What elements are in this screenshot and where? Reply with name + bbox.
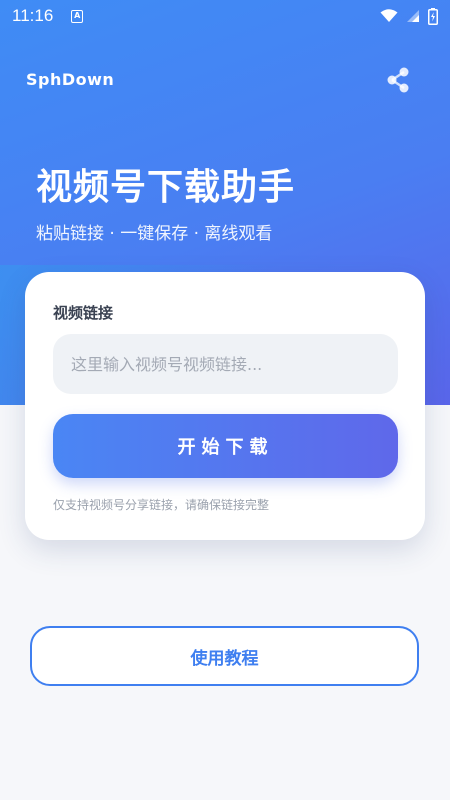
battery-icon [428,7,438,25]
status-icons [380,7,438,25]
support-hint: 仅支持视频号分享链接，请确保链接完整 [53,498,270,512]
status-bar: 11:16 A [0,0,450,32]
download-card: 视频链接 开始下载 仅支持视频号分享链接，请确保链接完整 [25,272,425,540]
video-link-input[interactable] [53,334,398,394]
status-time: 11:16 [12,6,54,25]
page-subtitle: 粘贴链接 · 一键保存 · 离线观看 [36,224,273,244]
share-icon[interactable] [384,66,412,94]
tutorial-button[interactable]: 使用教程 [30,626,419,686]
page-title: 视频号下载助手 [36,167,296,208]
signal-icon [407,10,419,22]
video-link-label: 视频链接 [53,304,114,322]
start-download-button[interactable]: 开始下载 [53,414,398,478]
a-letter-icon: A [71,9,84,23]
wifi-icon [380,9,398,22]
app-name: SphDown [26,70,115,89]
